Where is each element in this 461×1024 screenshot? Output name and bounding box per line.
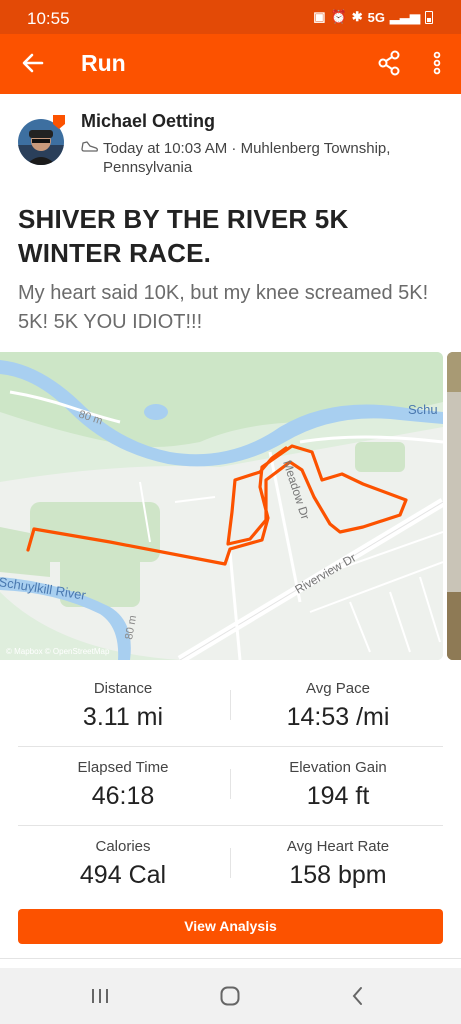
map-label-river-right: Schu bbox=[408, 402, 438, 417]
stat-value: 158 bpm bbox=[289, 861, 387, 889]
activity-meta: Today at 10:03 AM · Muhlenberg Township,… bbox=[81, 139, 441, 177]
more-vertical-icon[interactable] bbox=[425, 48, 449, 78]
signal-icon: ▂▃▅ bbox=[390, 9, 420, 24]
app-bar: Run bbox=[0, 34, 461, 94]
divider bbox=[0, 958, 461, 959]
system-nav-bar bbox=[0, 968, 461, 1024]
stat-label: Calories bbox=[95, 838, 151, 855]
stats-row: Elapsed Time 46:18 Elevation Gain 194 ft bbox=[18, 747, 443, 826]
activity-time: Today at 10:03 AM bbox=[103, 140, 228, 157]
stat-value: 194 ft bbox=[306, 782, 370, 810]
notification-icon: ▣ bbox=[313, 9, 326, 24]
map-attribution: © Mapbox © OpenStreetMap bbox=[6, 647, 110, 656]
stat-distance: Distance 3.11 mi bbox=[18, 680, 228, 732]
shoe-icon bbox=[81, 141, 98, 152]
activity-title: SHIVER BY THE RIVER 5K WINTER RACE. bbox=[18, 204, 349, 268]
stat-value: 3.11 mi bbox=[82, 703, 164, 731]
stat-avg-pace: Avg Pace 14:53 /mi bbox=[233, 680, 443, 732]
bluetooth-icon: ✱ bbox=[351, 9, 363, 24]
stat-value: 14:53 /mi bbox=[286, 703, 390, 731]
stats-row: Distance 3.11 mi Avg Pace 14:53 /mi bbox=[18, 668, 443, 747]
athlete-name[interactable]: Michael Oetting bbox=[81, 111, 215, 132]
stat-elapsed-time: Elapsed Time 46:18 bbox=[18, 759, 228, 811]
stat-label: Distance bbox=[93, 680, 153, 697]
status-bar: 10:55 ▣ ⏰ ✱ 5G ▂▃▅ bbox=[0, 0, 461, 34]
view-analysis-button[interactable]: View Analysis bbox=[18, 909, 443, 944]
arrow-left-icon[interactable] bbox=[18, 48, 48, 78]
status-icons: ▣ ⏰ ✱ 5G ▂▃▅ bbox=[313, 9, 433, 25]
home-icon[interactable] bbox=[218, 984, 242, 1008]
stats-row: Calories 494 Cal Avg Heart Rate 158 bpm bbox=[18, 826, 443, 905]
recents-icon[interactable] bbox=[88, 984, 112, 1008]
network-label: 5G bbox=[367, 9, 385, 25]
photo-preview[interactable] bbox=[447, 352, 461, 660]
stat-calories: Calories 494 Cal bbox=[18, 838, 228, 890]
stat-label: Avg Heart Rate bbox=[286, 838, 390, 855]
stat-value: 494 Cal bbox=[79, 861, 167, 889]
share-icon[interactable] bbox=[374, 48, 404, 78]
page-title: Run bbox=[81, 50, 126, 76]
divider bbox=[230, 848, 231, 878]
stat-elevation-gain: Elevation Gain 194 ft bbox=[233, 759, 443, 811]
back-chevron-icon[interactable] bbox=[346, 984, 370, 1008]
stat-avg-heart-rate: Avg Heart Rate 158 bpm bbox=[233, 838, 443, 890]
stat-value: 46:18 bbox=[91, 782, 155, 810]
route-map[interactable]: 80 m Schu Meadow Dr Riverview Dr Schuylk… bbox=[0, 352, 443, 660]
battery-icon bbox=[425, 10, 433, 24]
stat-label: Elevation Gain bbox=[289, 759, 387, 776]
divider bbox=[230, 769, 231, 799]
alarm-icon: ⏰ bbox=[330, 9, 347, 24]
activity-description: My heart said 10K, but my knee screamed … bbox=[18, 282, 429, 333]
stat-label: Elapsed Time bbox=[77, 759, 169, 776]
divider bbox=[230, 690, 231, 720]
stat-label: Avg Pace bbox=[306, 680, 370, 697]
status-time: 10:55 bbox=[27, 9, 70, 28]
activity-location-state: Pennsylvania bbox=[103, 159, 193, 176]
subscriber-badge-icon bbox=[53, 115, 65, 129]
activity-location: Muhlenberg Township, bbox=[240, 140, 391, 157]
stats-grid: Distance 3.11 mi Avg Pace 14:53 /mi Elap… bbox=[18, 668, 443, 905]
